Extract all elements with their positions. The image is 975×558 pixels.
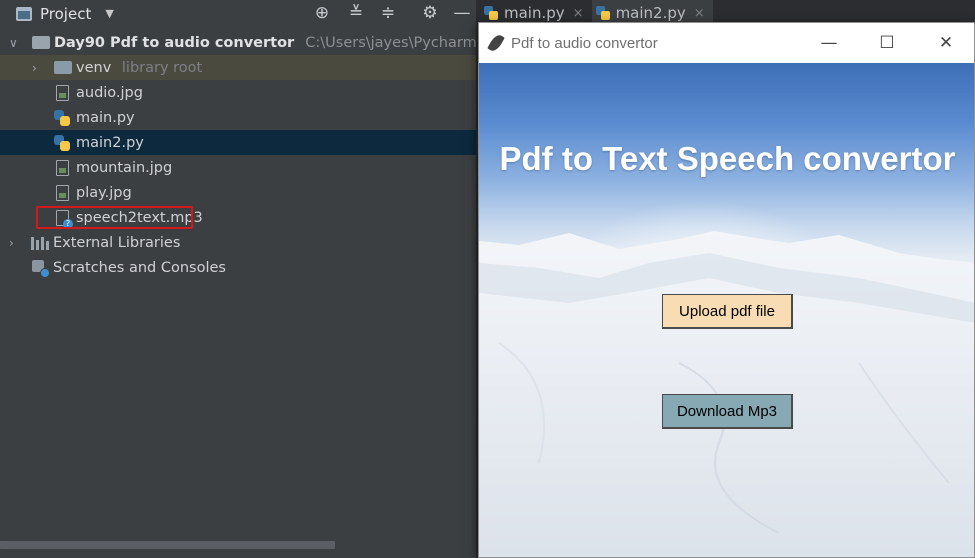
chevron-down-icon[interactable]: ∨ xyxy=(9,36,18,50)
python-file-icon xyxy=(54,109,70,126)
folder-icon xyxy=(32,36,50,49)
locate-icon[interactable]: ⊕ xyxy=(311,2,333,24)
image-file-icon xyxy=(56,184,69,201)
tree-item-label: Scratches and Consoles xyxy=(53,259,226,276)
root-name: Day90 Pdf to audio convertor xyxy=(54,34,295,51)
gear-icon[interactable]: ⚙ xyxy=(419,2,441,24)
feather-icon xyxy=(487,32,505,54)
background-canvas: Pdf to Text Speech convertor Upload pdf … xyxy=(479,63,974,557)
project-icon xyxy=(16,6,32,21)
python-file-icon xyxy=(484,6,498,20)
tree-item-label: External Libraries xyxy=(53,234,181,251)
close-button[interactable]: ✕ xyxy=(916,23,974,63)
tree-item-label: main.py xyxy=(76,109,135,126)
project-tree: ∨ Day90 Pdf to audio convertor C:\Users\… xyxy=(0,30,539,280)
project-panel-header: Project ▼ xyxy=(0,0,476,27)
tab-label: main.py xyxy=(504,4,565,22)
tree-root[interactable]: ∨ Day90 Pdf to audio convertor C:\Users\… xyxy=(0,30,539,55)
tree-item-label: main2.py xyxy=(76,134,144,151)
image-file-icon xyxy=(56,159,69,176)
project-panel-title[interactable]: Project xyxy=(40,5,91,23)
window-title: Pdf to audio convertor xyxy=(511,34,658,52)
chevron-right-icon[interactable]: › xyxy=(32,61,37,75)
upload-pdf-button[interactable]: Upload pdf file xyxy=(662,294,793,329)
download-mp3-button[interactable]: Download Mp3 xyxy=(662,394,793,429)
project-tool-window: Project ▼ ⊕ ≚ ≑ ⚙ — ∨ Day90 Pdf to audio… xyxy=(0,0,539,558)
close-icon[interactable]: × xyxy=(694,6,705,21)
expand-all-icon[interactable]: ≚ xyxy=(345,2,367,24)
python-file-icon xyxy=(54,134,70,151)
tab-label: main2.py xyxy=(615,4,686,22)
tree-item-scratches[interactable]: Scratches and Consoles xyxy=(0,255,476,280)
python-file-icon xyxy=(595,6,610,20)
tree-item-audio[interactable]: audio.jpg xyxy=(0,80,476,105)
tree-item-label: play.jpg xyxy=(76,184,132,201)
tree-item-main[interactable]: main.py xyxy=(0,105,476,130)
hide-panel-icon[interactable]: — xyxy=(451,2,473,24)
close-icon[interactable]: × xyxy=(573,6,584,21)
library-root-tag: library root xyxy=(121,59,203,76)
tree-item-mountain[interactable]: mountain.jpg xyxy=(0,155,476,180)
scratches-icon xyxy=(32,259,50,278)
maximize-button[interactable]: ☐ xyxy=(857,23,917,63)
tree-item-label: audio.jpg xyxy=(76,84,143,101)
tree-item-venv[interactable]: › venv library root xyxy=(0,55,476,80)
tree-item-label: venv xyxy=(76,59,112,76)
horizontal-scrollbar[interactable] xyxy=(0,541,335,549)
highlight-box xyxy=(36,206,193,229)
tree-item-external-libraries[interactable]: › External Libraries xyxy=(0,230,476,255)
chevron-down-icon[interactable]: ▼ xyxy=(105,7,113,20)
tree-item-play[interactable]: play.jpg xyxy=(0,180,476,205)
tree-item-main2[interactable]: main2.py xyxy=(0,130,476,155)
chevron-right-icon[interactable]: › xyxy=(9,236,14,250)
app-heading: Pdf to Text Speech convertor xyxy=(499,140,956,177)
app-window: Pdf to audio convertor — ☐ ✕ Pdf to Text… xyxy=(478,22,975,558)
library-icon xyxy=(31,236,49,250)
minimize-button[interactable]: — xyxy=(799,23,859,63)
collapse-all-icon[interactable]: ≑ xyxy=(377,2,399,24)
folder-icon xyxy=(54,61,72,74)
tree-item-label: mountain.jpg xyxy=(76,159,173,176)
image-file-icon xyxy=(56,84,69,101)
